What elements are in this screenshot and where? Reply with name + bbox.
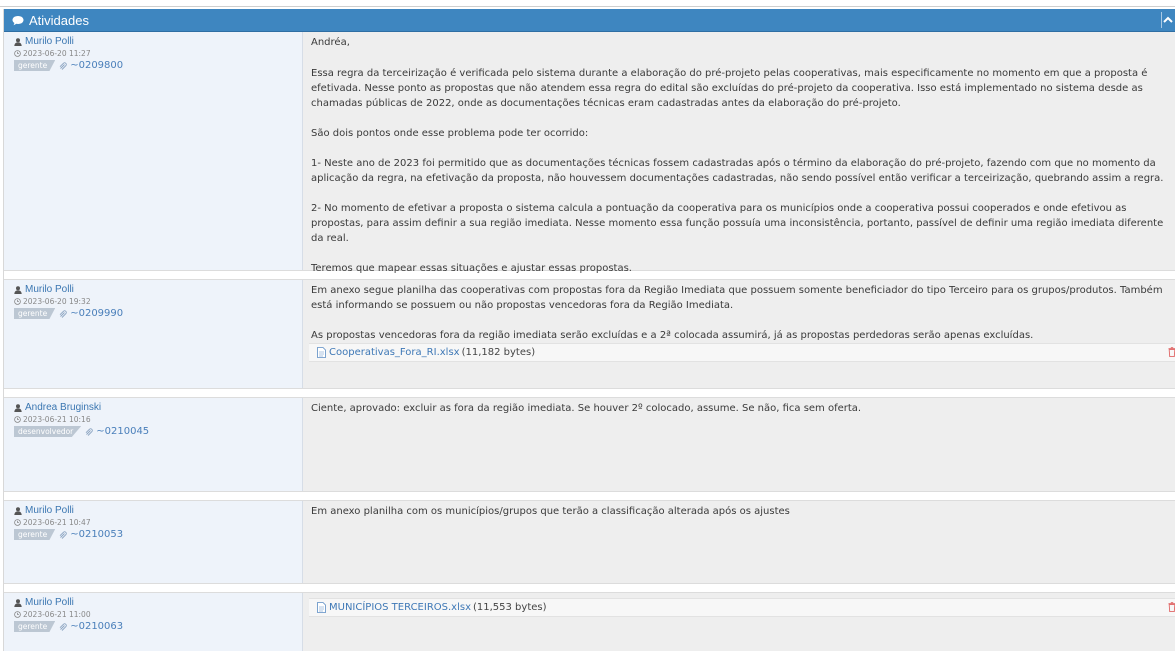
paragraph: Em anexo segue planilha das cooperativas… xyxy=(311,285,1163,311)
paperclip-icon xyxy=(85,427,94,436)
comments-icon xyxy=(12,15,24,26)
chevron-up-icon[interactable] xyxy=(1162,13,1174,27)
note-text: Em anexo planilha com os municípios/grup… xyxy=(303,501,1175,583)
user-icon xyxy=(14,598,22,607)
paragraph: Andréa, xyxy=(311,37,350,48)
paragraph: 2- No momento de efetivar a proposta o s… xyxy=(311,203,1164,244)
author-name[interactable]: Andrea Bruginski xyxy=(25,402,101,413)
activities-panel: Atividades Murilo Polli 2023-06-20 11:27… xyxy=(3,9,1175,651)
note-text: MUNICÍPIOS TERCEIROS.xlsx (11,553 bytes) xyxy=(303,593,1175,651)
author-name[interactable]: Murilo Polli xyxy=(25,36,74,47)
date-text: 2023-06-21 11:00 xyxy=(23,610,91,619)
note-text: Em anexo segue planilha das cooperativas… xyxy=(303,280,1175,388)
paperclip-icon xyxy=(59,530,67,539)
attachment-link[interactable]: Cooperativas_Fora_RI.xlsx xyxy=(329,345,460,360)
panel-title: Atividades xyxy=(29,12,89,28)
note-author[interactable]: Murilo Polli xyxy=(14,597,74,608)
note-date: 2023-06-20 19:32 xyxy=(14,297,91,306)
note-item: Andrea Bruginski 2023-06-21 10:16 desenv… xyxy=(4,398,1175,492)
note-item: Murilo Polli 2023-06-20 19:32 gerente ~0… xyxy=(4,280,1175,389)
author-name[interactable]: Murilo Polli xyxy=(25,505,74,516)
note-meta: Murilo Polli 2023-06-21 11:00 gerente ~0… xyxy=(4,593,303,651)
note-author[interactable]: Murilo Polli xyxy=(14,36,74,47)
note-meta: Andrea Bruginski 2023-06-21 10:16 desenv… xyxy=(4,398,303,491)
top-edge xyxy=(0,0,1175,7)
paragraph: Ciente, aprovado: excluir as fora da reg… xyxy=(311,403,862,414)
author-name[interactable]: Murilo Polli xyxy=(25,284,74,295)
clock-icon xyxy=(14,50,21,57)
attachment-row: Cooperativas_Fora_RI.xlsx (11,182 bytes) xyxy=(309,343,1175,362)
note-text: Andréa, Essa regra da terceirização é ve… xyxy=(303,32,1175,274)
note-link[interactable]: ~0210063 xyxy=(59,621,123,632)
user-icon xyxy=(14,506,22,515)
date-text: 2023-06-20 11:27 xyxy=(23,49,91,58)
clock-icon xyxy=(14,298,21,305)
note-link[interactable]: ~0209800 xyxy=(59,60,123,71)
role-badge: gerente xyxy=(14,60,56,71)
trash-icon[interactable] xyxy=(1168,602,1175,617)
clock-icon xyxy=(14,519,21,526)
date-text: 2023-06-21 10:47 xyxy=(23,518,91,527)
note-separator xyxy=(4,492,1175,501)
note-date: 2023-06-21 10:16 xyxy=(14,415,91,424)
file-icon xyxy=(317,602,326,613)
panel-header: Atividades xyxy=(4,9,1175,32)
note-link[interactable]: ~0209990 xyxy=(59,308,123,319)
paragraph: Teremos que mapear essas situações e aju… xyxy=(311,263,632,274)
author-name[interactable]: Murilo Polli xyxy=(25,597,74,608)
note-id[interactable]: ~0210063 xyxy=(70,621,123,632)
attachment-row: MUNICÍPIOS TERCEIROS.xlsx (11,553 bytes) xyxy=(309,598,1175,617)
note-date: 2023-06-20 11:27 xyxy=(14,49,91,58)
role-row: gerente ~0209990 xyxy=(14,308,123,319)
paperclip-icon xyxy=(59,622,67,631)
role-badge: desenvolvedor xyxy=(14,426,82,437)
note-id[interactable]: ~0209990 xyxy=(70,308,123,319)
paragraph: São dois pontos onde esse problema pode … xyxy=(311,128,589,139)
date-text: 2023-06-20 19:32 xyxy=(23,297,91,306)
note-id[interactable]: ~0209800 xyxy=(70,60,123,71)
user-icon xyxy=(14,285,22,294)
paperclip-icon xyxy=(59,309,67,318)
role-row: gerente ~0209800 xyxy=(14,60,123,71)
attachment-size: (11,553 bytes) xyxy=(472,602,547,613)
note-id[interactable]: ~0210053 xyxy=(70,529,123,540)
note-separator xyxy=(4,389,1175,398)
trash-icon[interactable] xyxy=(1168,347,1175,362)
user-icon xyxy=(14,37,22,46)
note-author[interactable]: Murilo Polli xyxy=(14,505,74,516)
note-item: Murilo Polli 2023-06-20 11:27 gerente ~0… xyxy=(4,32,1175,274)
note-link[interactable]: ~0210045 xyxy=(85,426,149,437)
date-text: 2023-06-21 10:16 xyxy=(23,415,91,424)
note-meta: Murilo Polli 2023-06-20 19:32 gerente ~0… xyxy=(4,280,303,388)
user-icon xyxy=(14,403,22,412)
note-author[interactable]: Murilo Polli xyxy=(14,284,74,295)
paragraph: Em anexo planilha com os municípios/grup… xyxy=(311,506,790,517)
note-date: 2023-06-21 11:00 xyxy=(14,610,91,619)
note-id[interactable]: ~0210045 xyxy=(96,426,149,437)
attachment-size: (11,182 bytes) xyxy=(461,347,536,358)
note-item: Murilo Polli 2023-06-21 10:47 gerente ~0… xyxy=(4,501,1175,584)
note-separator xyxy=(4,584,1175,593)
note-text: Ciente, aprovado: excluir as fora da reg… xyxy=(303,398,1175,491)
note-meta: Murilo Polli 2023-06-20 11:27 gerente ~0… xyxy=(4,32,303,270)
file-icon xyxy=(317,347,326,358)
role-badge: gerente xyxy=(14,529,56,540)
role-row: gerente ~0210063 xyxy=(14,621,123,632)
note-meta: Murilo Polli 2023-06-21 10:47 gerente ~0… xyxy=(4,501,303,583)
clock-icon xyxy=(14,416,21,423)
note-item: Murilo Polli 2023-06-21 11:00 gerente ~0… xyxy=(4,593,1175,651)
paperclip-icon xyxy=(59,61,67,70)
clock-icon xyxy=(14,611,21,618)
paragraph: Essa regra da terceirização é verificada… xyxy=(311,68,1148,109)
attachment-link[interactable]: MUNICÍPIOS TERCEIROS.xlsx xyxy=(329,600,471,615)
role-row: desenvolvedor ~0210045 xyxy=(14,426,149,437)
note-link[interactable]: ~0210053 xyxy=(59,529,123,540)
role-row: gerente ~0210053 xyxy=(14,529,123,540)
role-badge: gerente xyxy=(14,308,56,319)
paragraph: 1- Neste ano de 2023 foi permitido que a… xyxy=(311,158,1164,184)
paragraph: As propostas vencedoras fora da região i… xyxy=(311,330,1034,341)
note-date: 2023-06-21 10:47 xyxy=(14,518,91,527)
role-badge: gerente xyxy=(14,621,56,632)
note-author[interactable]: Andrea Bruginski xyxy=(14,402,101,413)
